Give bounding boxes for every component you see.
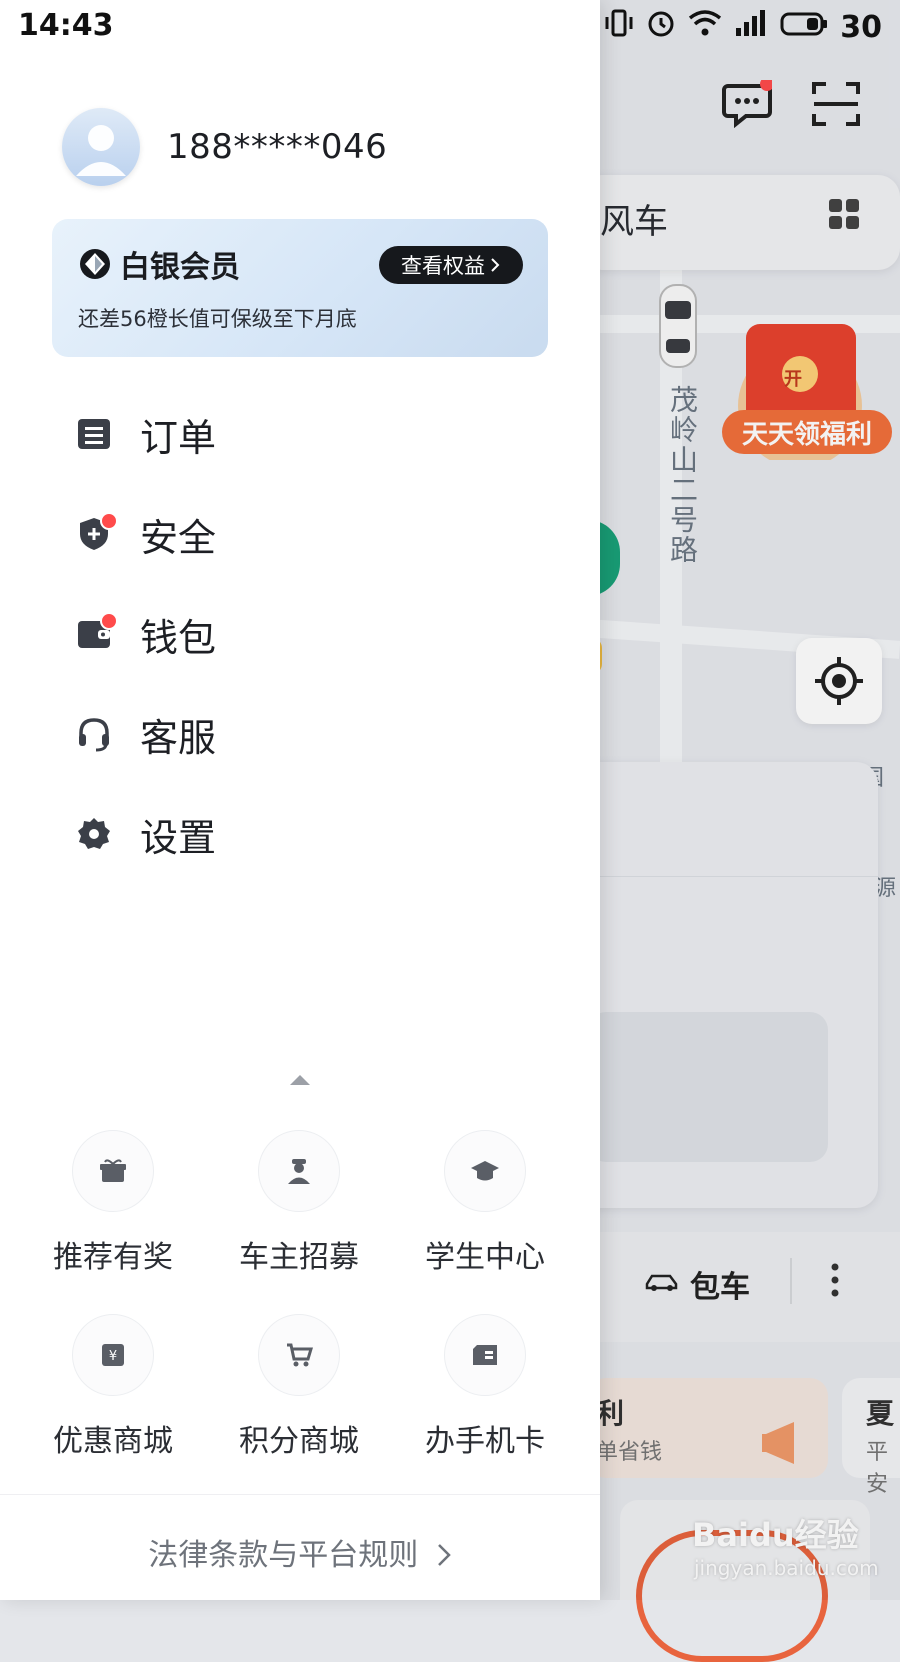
battery-icon xyxy=(780,10,828,45)
notification-dot xyxy=(100,612,118,630)
menu-item-settings[interactable]: 设置 xyxy=(76,804,216,864)
legal-terms-link[interactable]: 法律条款与平台规则 xyxy=(0,1530,600,1574)
wallet-icon xyxy=(76,612,118,652)
chevron-right-icon xyxy=(491,258,500,272)
grid-label: 办手机卡 xyxy=(425,1424,545,1459)
status-time: 14:43 xyxy=(18,8,114,43)
membership-card[interactable] xyxy=(52,219,548,357)
order-list-icon xyxy=(76,416,112,452)
legal-terms-label: 法律条款与平台规则 xyxy=(148,1538,419,1573)
svg-text:¥: ¥ xyxy=(109,1349,117,1364)
menu-label: 钱包 xyxy=(140,615,217,660)
alarm-icon xyxy=(646,8,676,46)
grid-label: 推荐有奖 xyxy=(53,1240,173,1275)
menu-item-wallet[interactable]: 钱包 xyxy=(76,604,216,664)
graduation-cap-icon xyxy=(444,1130,526,1212)
side-drawer: 14:43 188*****046 白银会员 查看权益 还差56橙长值可保级至下… xyxy=(0,0,600,1600)
user-phone[interactable]: 188*****046 xyxy=(167,127,387,167)
gear-icon xyxy=(76,816,112,852)
grid-item-coupon-mall[interactable]: ¥ 优惠商城 xyxy=(28,1314,198,1460)
menu-label: 客服 xyxy=(140,715,217,760)
collapse-up-icon[interactable] xyxy=(288,1072,312,1091)
shield-icon xyxy=(76,512,118,552)
gift-icon xyxy=(72,1130,154,1212)
menu-label: 设置 xyxy=(140,815,217,860)
signal-4g-icon xyxy=(734,8,768,46)
view-benefits-button[interactable]: 查看权益 xyxy=(379,246,523,284)
grid-item-points-mall[interactable]: 积分商城 xyxy=(214,1314,384,1460)
menu-item-support[interactable]: 客服 xyxy=(76,704,216,764)
membership-level: 白银会员 xyxy=(120,250,240,285)
battery-level: 30 xyxy=(840,9,882,45)
grid-item-sim-card[interactable]: 办手机卡 xyxy=(400,1314,570,1460)
membership-subtitle: 还差56橙长值可保级至下月底 xyxy=(78,307,357,331)
wifi-icon xyxy=(688,9,722,45)
notification-dot xyxy=(100,512,118,530)
sim-card-icon xyxy=(444,1314,526,1396)
status-bar-right: 30 xyxy=(604,8,882,46)
menu-label: 订单 xyxy=(140,415,217,460)
vibrate-icon xyxy=(604,9,634,45)
chevron-right-icon xyxy=(437,1544,451,1566)
footer-divider xyxy=(0,1494,600,1495)
membership-title: 白银会员 xyxy=(78,242,240,286)
user-icon xyxy=(76,125,126,176)
grid-item-student-center[interactable]: 学生中心 xyxy=(400,1130,570,1276)
driver-icon xyxy=(258,1130,340,1212)
coupon-icon: ¥ xyxy=(72,1314,154,1396)
avatar[interactable] xyxy=(62,108,140,186)
view-benefits-label: 查看权益 xyxy=(401,254,485,278)
grid-item-driver-recruit[interactable]: 车主招募 xyxy=(214,1130,384,1276)
grid-label: 积分商城 xyxy=(239,1424,359,1459)
menu-item-orders[interactable]: 订单 xyxy=(76,404,216,464)
diamond-icon xyxy=(80,249,110,279)
grid-item-referral[interactable]: 推荐有奖 xyxy=(28,1130,198,1276)
menu-label: 安全 xyxy=(140,515,217,560)
headset-icon xyxy=(76,716,112,752)
grid-label: 优惠商城 xyxy=(53,1424,173,1459)
grid-label: 学生中心 xyxy=(425,1240,545,1275)
cart-icon xyxy=(258,1314,340,1396)
menu-item-security[interactable]: 安全 xyxy=(76,504,216,564)
grid-label: 车主招募 xyxy=(239,1240,359,1275)
